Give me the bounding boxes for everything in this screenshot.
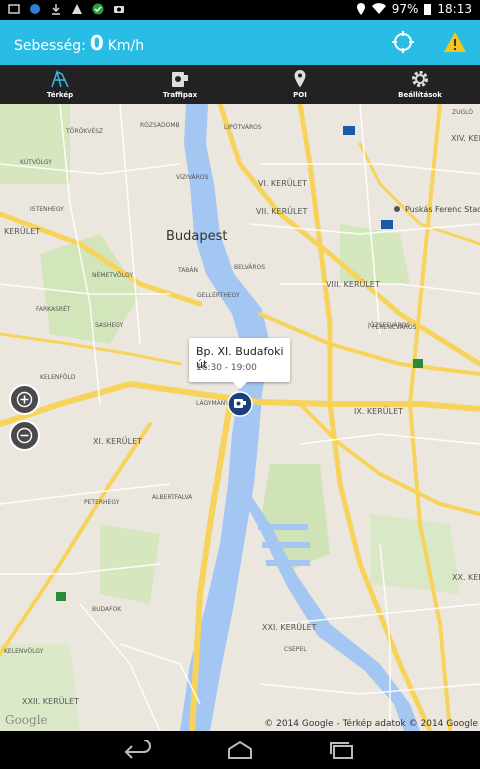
minus-icon (16, 427, 33, 444)
tab-traffipax[interactable]: Traffipax (120, 65, 240, 104)
m2-marker (381, 220, 393, 229)
label-xx: XX. KERÜLET (452, 573, 480, 582)
wifi-icon (371, 3, 386, 15)
m1-marker (343, 126, 355, 135)
back-icon[interactable] (124, 740, 152, 760)
label-sashegy: SASHEGY (95, 322, 124, 329)
gear-icon (412, 71, 428, 87)
location-icon (356, 3, 365, 15)
google-logo: Google (5, 713, 48, 727)
download-icon (52, 4, 60, 15)
label-gellert: GELLÉRTHEGY (197, 292, 240, 299)
system-status: 97% 18:13 (356, 2, 472, 16)
speed-camera-icon (172, 72, 188, 87)
tab-poi[interactable]: POI (240, 65, 360, 104)
warning-button[interactable] (443, 30, 467, 54)
label-istenhegy: ISTENHEGY (30, 206, 64, 213)
label-csepel: CSEPEL (284, 646, 307, 653)
speed-header: Sebesség: 0 Km/h (0, 20, 480, 65)
tab-settings-label: Beállítások (398, 91, 442, 99)
label-budapest: Budapest (166, 229, 228, 244)
speed-readout: Sebesség: 0 Km/h (14, 31, 144, 55)
map-icon (51, 69, 69, 88)
label-vi: VI. KERÜLET (258, 179, 308, 188)
label-ferenc2: FERENCVÁROS (372, 324, 417, 331)
tab-map[interactable]: Térkép (0, 65, 120, 104)
label-xiv: XIV. KERÜLET (451, 134, 480, 143)
speed-unit: Km/h (107, 38, 145, 54)
label-xxi: XXI. KERÜLET (262, 623, 317, 632)
label-rozsadomb: RÓZSADOMB (140, 122, 180, 129)
label-xi: XI. KERÜLET (93, 437, 143, 446)
label-albert: ALBERTFALVA (152, 494, 193, 501)
label-peter: PETERHEGY (84, 499, 120, 506)
zoom-out-button[interactable] (9, 420, 40, 451)
label-viii: VIII. KERÜLET (326, 280, 380, 289)
tab-map-label: Térkép (46, 91, 74, 99)
label-ix: IX. KERÜLET (354, 407, 404, 416)
route-6-marker (56, 592, 66, 601)
battery-icon (424, 4, 432, 15)
locate-me-button[interactable] (391, 30, 415, 54)
battery-percent: 97% (391, 2, 419, 16)
label-kelen: KELENFÖLD (40, 374, 76, 381)
tab-settings[interactable]: Beállítások (360, 65, 480, 104)
recent-apps-icon[interactable] (328, 740, 356, 760)
label-vizivaros: VÍZIVÁROS (176, 174, 209, 181)
speed-label: Sebesség: (14, 38, 86, 54)
location-pin-icon (294, 70, 306, 88)
map-copyright: © 2014 Google - Térkép adatok © 2014 Goo… (264, 719, 478, 729)
notification-icons (8, 3, 125, 15)
tab-traffipax-label: Traffipax (162, 91, 198, 99)
tab-bar: Térkép Traffipax POI Beállítások (0, 65, 480, 104)
map-base (0, 104, 480, 731)
screenshot-icon (8, 4, 20, 14)
label-kerulet-west: KERÜLET (4, 227, 41, 236)
status-bar: 97% 18:13 (0, 0, 480, 20)
alert-icon (72, 4, 82, 14)
app-icon (30, 4, 40, 14)
popup-hours: 16:30 - 19:00 (196, 363, 257, 373)
zoom-in-button[interactable] (9, 384, 40, 415)
route-4-marker (413, 359, 423, 368)
label-xxii: XXII. KERÜLET (22, 697, 79, 706)
home-icon[interactable] (226, 740, 254, 760)
label-kelenvolgy: KELENVÖLGY (4, 648, 44, 655)
map-view[interactable]: VI. KERÜLET VII. KERÜLET VIII. KERÜLET I… (0, 104, 480, 731)
clock: 18:13 (437, 2, 472, 16)
label-stadium: Puskás Ferenc Stadi (405, 205, 480, 214)
camera-info-popup[interactable]: Bp. XI. Budafoki út 16:30 - 19:00 (189, 338, 290, 389)
stadium-dot (394, 206, 400, 212)
android-nav-bar (0, 731, 480, 769)
label-taban: TABÁN (178, 267, 199, 274)
label-budafok: BUDAFOK (92, 606, 122, 613)
label-torokvesz: TÖRÖKVÉSZ (66, 128, 104, 135)
label-nemet: NÉMETVÖLGY (92, 272, 133, 279)
label-kutvolgy: KÚTVÖLGY (20, 159, 52, 166)
tab-poi-label: POI (293, 91, 307, 99)
label-belvaros: BELVÁROS (234, 264, 266, 271)
plus-icon (16, 391, 33, 408)
label-vii-kerulet: VII. KERÜLET (256, 207, 308, 216)
speed-value: 0 (89, 31, 104, 55)
label-zuglo: ZUGLÓ (452, 109, 474, 116)
speed-camera-marker-icon[interactable] (227, 391, 253, 417)
label-lipot: LIPÓTVÁROS (224, 124, 262, 131)
label-farkas: FARKASRÉT (36, 306, 71, 313)
camera-icon (114, 6, 124, 13)
check-icon (92, 3, 104, 15)
